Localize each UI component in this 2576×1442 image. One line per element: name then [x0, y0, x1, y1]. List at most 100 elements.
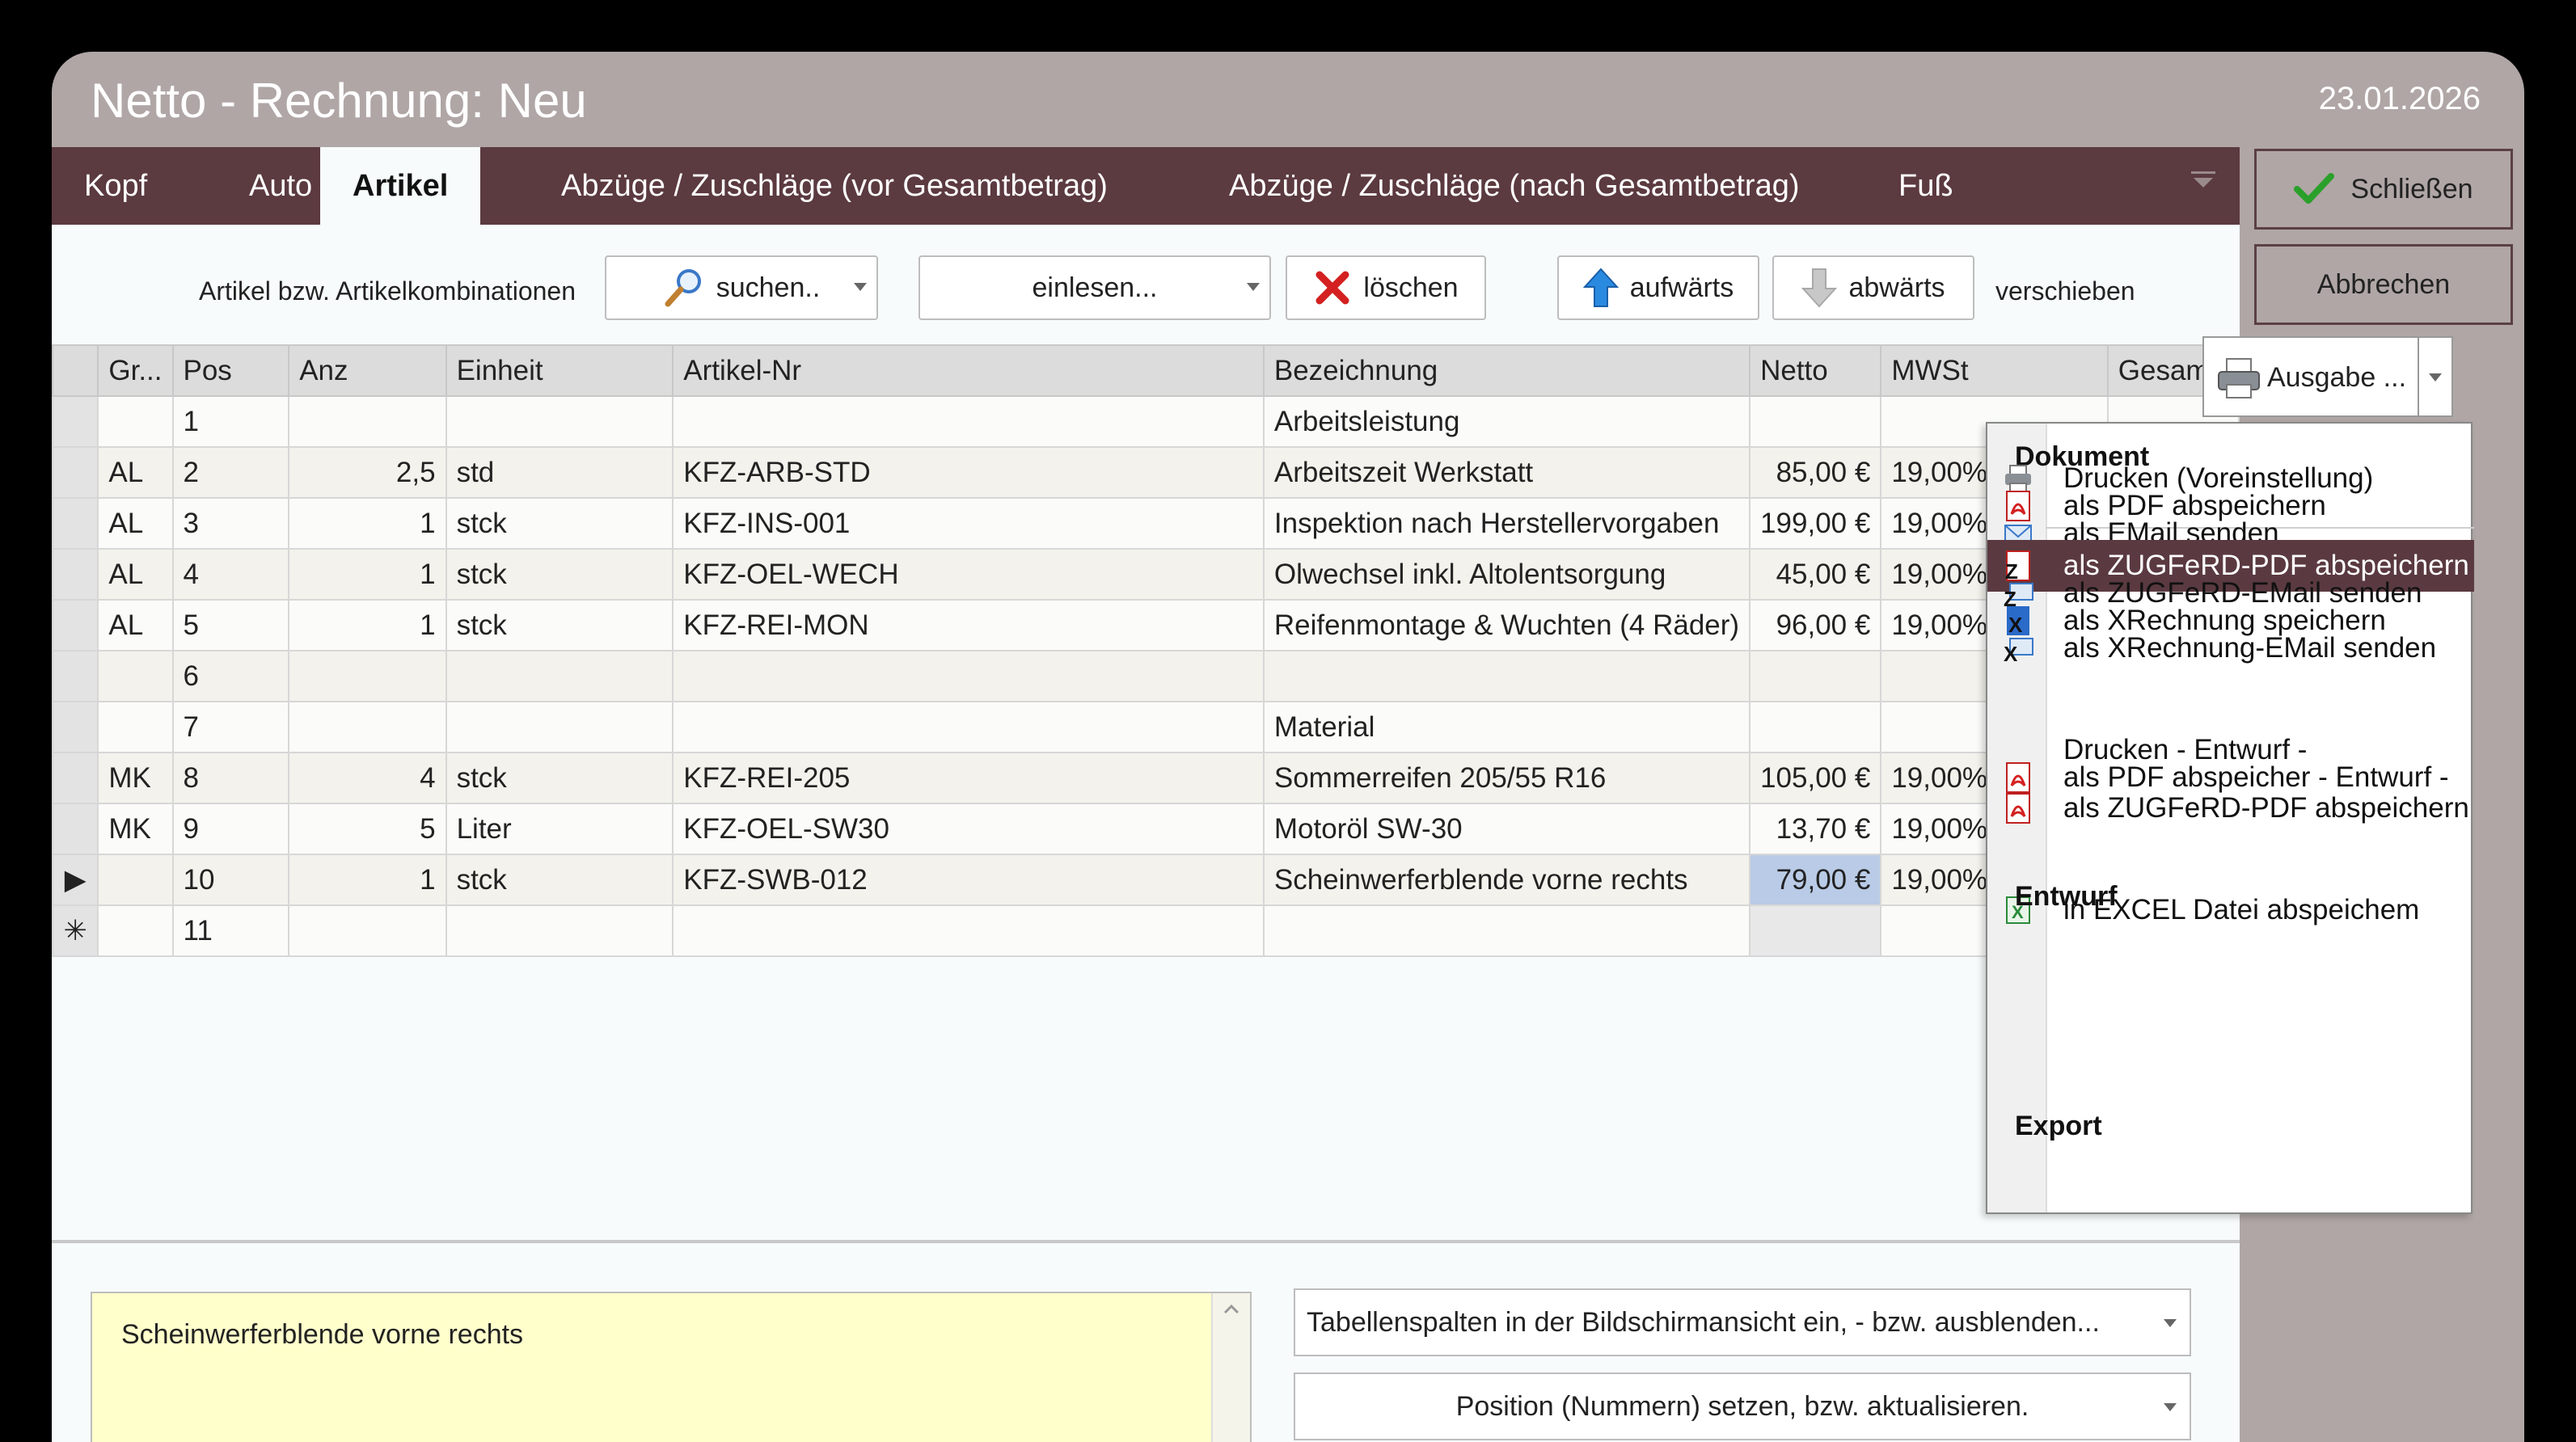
column-header-mwst[interactable]: MWSt — [1880, 344, 2109, 397]
cell-netto[interactable]: 199,00 € — [1749, 497, 1882, 550]
cell-einheit[interactable]: std — [445, 446, 674, 499]
cell-bez[interactable]: Olwechsel inkl. Altolentsorgung — [1262, 548, 1751, 601]
cell-einheit[interactable]: stck — [445, 752, 674, 804]
row-header[interactable] — [52, 803, 99, 855]
cell-artnr[interactable]: KFZ-ARB-STD — [672, 446, 1265, 499]
cell-artnr[interactable]: KFZ-INS-001 — [672, 497, 1265, 550]
cell-gr[interactable] — [97, 650, 174, 702]
cell-netto[interactable]: 45,00 € — [1749, 548, 1882, 601]
cell-anz[interactable] — [288, 701, 447, 753]
cell-anz[interactable]: 1 — [288, 599, 447, 651]
panel-splitter[interactable] — [52, 1240, 2240, 1243]
columns-visibility-combo[interactable]: Tabellenspalten in der Bildschirmansicht… — [1294, 1288, 2191, 1356]
cell-gr[interactable]: AL — [97, 497, 174, 550]
cell-gr[interactable] — [97, 904, 174, 957]
table-row[interactable]: 1 Arbeitsleistung — [52, 395, 2240, 448]
cell-bez[interactable] — [1262, 650, 1751, 702]
close-button[interactable]: Schließen — [2254, 149, 2513, 230]
cell-anz[interactable]: 2,5 — [288, 446, 447, 499]
output-dropdown-arrow[interactable] — [2418, 338, 2451, 415]
cell-artnr[interactable]: KFZ-REI-205 — [672, 752, 1265, 804]
cell-einheit[interactable] — [445, 701, 674, 753]
cell-einheit[interactable] — [445, 904, 674, 957]
row-header[interactable] — [52, 395, 99, 448]
cell-bez[interactable]: Reifenmontage & Wuchten (4 Räder) — [1262, 599, 1751, 651]
cell-netto[interactable] — [1749, 701, 1882, 753]
cell-bez[interactable]: Inspektion nach Herstellervorgaben — [1262, 497, 1751, 550]
cell-anz[interactable]: 4 — [288, 752, 447, 804]
cell-netto[interactable]: 105,00 € — [1749, 752, 1882, 804]
column-header-einheit[interactable]: Einheit — [445, 344, 674, 397]
cell-bez[interactable]: Material — [1262, 701, 1751, 753]
cell-bez[interactable]: Arbeitszeit Werkstatt — [1262, 446, 1751, 499]
table-row[interactable]: MK 9 5 Liter KFZ-OEL-SW30 Motoröl SW-30 13,70 … — [52, 803, 2240, 855]
cell-artnr[interactable] — [672, 395, 1265, 448]
cancel-button[interactable]: Abbrechen — [2254, 244, 2513, 325]
notes-box[interactable]: Scheinwerferblende vorne rechts — [91, 1292, 1252, 1442]
cell-artnr[interactable] — [672, 701, 1265, 753]
cell-gr[interactable]: AL — [97, 446, 174, 499]
cell-bez[interactable]: Scheinwerferblende vorne rechts — [1262, 854, 1751, 906]
cell-netto[interactable] — [1749, 904, 1882, 957]
cell-anz[interactable]: 5 — [288, 803, 447, 855]
cell-pos[interactable]: 3 — [171, 497, 290, 550]
cell-artnr[interactable]: KFZ-OEL-SW30 — [672, 803, 1265, 855]
column-header-netto[interactable]: Netto — [1749, 344, 1882, 397]
cell-gr[interactable]: MK — [97, 752, 174, 804]
cell-pos[interactable]: 5 — [171, 599, 290, 651]
column-header-anz[interactable]: Anz — [288, 344, 447, 397]
cell-einheit[interactable] — [445, 395, 674, 448]
cell-netto[interactable]: 79,00 € — [1749, 854, 1882, 906]
tab-fuss[interactable]: Fuß — [1866, 147, 1986, 225]
column-header-bezeichnung[interactable]: Bezeichnung — [1262, 344, 1751, 397]
table-row[interactable]: AL 2 2,5 std KFZ-ARB-STD Arbeitszeit Werkstat… — [52, 446, 2240, 499]
output-dropdown[interactable]: Ausgabe ... — [2202, 336, 2453, 417]
search-button[interactable]: suchen.. — [605, 255, 878, 320]
cell-netto[interactable]: 13,70 € — [1749, 803, 1882, 855]
menu-item-9[interactable]: als ZUGFeRD-PDF abspeichern — [1987, 782, 2474, 834]
table-row[interactable]: MK 8 4 stck KFZ-REI-205 Sommerreifen 205/55 R… — [52, 752, 2240, 804]
tab-kopf[interactable]: Kopf — [52, 147, 179, 225]
cell-artnr[interactable]: KFZ-OEL-WECH — [672, 548, 1265, 601]
cell-bez[interactable]: Arbeitsleistung — [1262, 395, 1751, 448]
cell-bez[interactable] — [1262, 904, 1751, 957]
cell-pos[interactable]: 4 — [171, 548, 290, 601]
row-header[interactable] — [52, 701, 99, 753]
cell-einheit[interactable]: stck — [445, 854, 674, 906]
table-row[interactable]: ▶ 10 1 stck KFZ-SWB-012 Scheinwerferblende vo… — [52, 854, 2240, 906]
cell-einheit[interactable]: stck — [445, 599, 674, 651]
cell-einheit[interactable]: stck — [445, 548, 674, 601]
cell-pos[interactable]: 7 — [171, 701, 290, 753]
cell-pos[interactable]: 1 — [171, 395, 290, 448]
table-row[interactable]: AL 3 1 stck KFZ-INS-001 Inspektion nach Herst… — [52, 497, 2240, 550]
cell-anz[interactable]: 1 — [288, 497, 447, 550]
row-header[interactable]: ▶ — [52, 854, 99, 906]
row-header[interactable]: ✳ — [52, 904, 99, 957]
table-row[interactable]: ✳ 11 — [52, 904, 2240, 957]
tab-abzuege-vor[interactable]: Abzüge / Zuschläge (vor Gesamtbetrag) — [529, 147, 1140, 225]
cell-anz[interactable]: 1 — [288, 854, 447, 906]
cell-einheit[interactable]: Liter — [445, 803, 674, 855]
row-header[interactable] — [52, 497, 99, 550]
cell-artnr[interactable]: KFZ-SWB-012 — [672, 854, 1265, 906]
column-header-gr[interactable]: Gr... — [97, 344, 174, 397]
cell-einheit[interactable] — [445, 650, 674, 702]
row-header[interactable] — [52, 446, 99, 499]
move-up-button[interactable]: aufwärts — [1557, 255, 1759, 320]
cell-gr[interactable] — [97, 395, 174, 448]
cell-netto[interactable]: 96,00 € — [1749, 599, 1882, 651]
table-row[interactable]: AL 5 1 stck KFZ-REI-MON Reifenmontage & Wucht… — [52, 599, 2240, 651]
cell-artnr[interactable] — [672, 904, 1265, 957]
tab-abzuege-nach[interactable]: Abzüge / Zuschläge (nach Gesamtbetrag) — [1197, 147, 1832, 225]
cell-netto[interactable] — [1749, 650, 1882, 702]
cell-netto[interactable] — [1749, 395, 1882, 448]
cell-artnr[interactable] — [672, 650, 1265, 702]
cell-pos[interactable]: 2 — [171, 446, 290, 499]
table-row[interactable]: 6 — [52, 650, 2240, 702]
cell-pos[interactable]: 8 — [171, 752, 290, 804]
cell-anz[interactable] — [288, 395, 447, 448]
table-row[interactable]: 7 Material — [52, 701, 2240, 753]
position-numbering-combo[interactable]: Position (Nummern) setzen, bzw. aktualis… — [1294, 1372, 2191, 1440]
cell-anz[interactable]: 1 — [288, 548, 447, 601]
cell-gr[interactable] — [97, 854, 174, 906]
